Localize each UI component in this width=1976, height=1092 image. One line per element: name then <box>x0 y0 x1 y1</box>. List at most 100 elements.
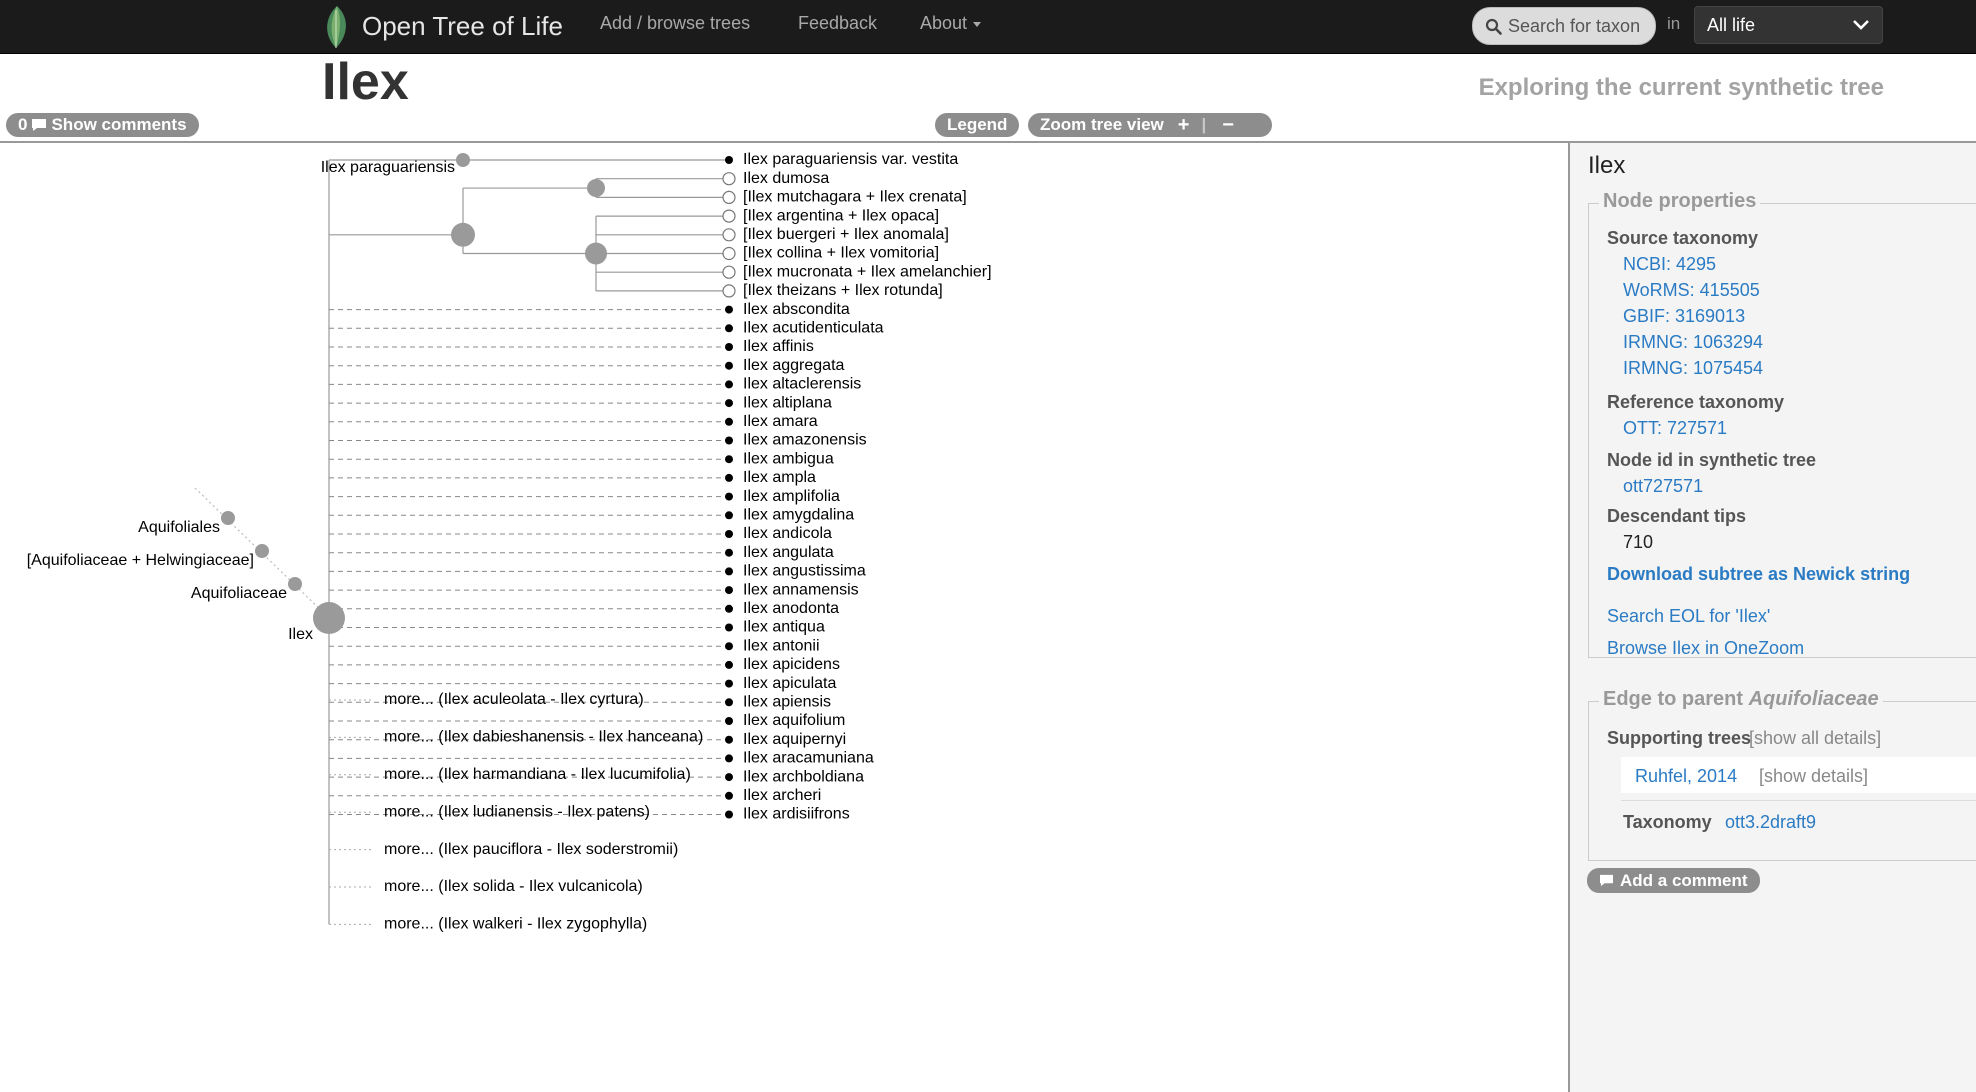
tip-label[interactable]: Ilex amplifolia <box>743 488 840 505</box>
show-all-details-link[interactable]: [show all details] <box>1749 728 1881 749</box>
tip-node[interactable] <box>725 735 733 744</box>
zoom-out-icon[interactable]: − <box>1222 114 1234 137</box>
show-comments-button[interactable]: 0 Show comments <box>6 113 199 137</box>
tip-node[interactable] <box>725 604 733 613</box>
more-link[interactable]: more... (Ilex harmandiana - Ilex lucumif… <box>384 766 691 783</box>
add-comment-button[interactable]: Add a comment <box>1587 868 1760 893</box>
tip-node[interactable] <box>725 361 733 370</box>
tip-node[interactable] <box>725 698 733 707</box>
nav-add-browse-trees[interactable]: Add / browse trees <box>600 13 750 34</box>
tip-label[interactable]: Ilex apiculata <box>743 675 836 692</box>
tip-label[interactable]: Ilex annamensis <box>743 581 859 598</box>
search-input[interactable] <box>1506 14 1655 38</box>
tip-label[interactable]: Ilex antonii <box>743 637 820 654</box>
tip-label[interactable]: Ilex amygdalina <box>743 507 854 524</box>
brand-link[interactable]: Open Tree of Life <box>322 0 563 53</box>
focal-node-label[interactable]: Ilex <box>288 626 313 643</box>
tip-label[interactable]: [Ilex collina + Ilex vomitoria] <box>743 245 939 262</box>
collapsed-node[interactable] <box>722 284 736 298</box>
reference-ott-link[interactable]: OTT: 727571 <box>1623 418 1727 439</box>
tip-label[interactable]: Ilex archboldiana <box>743 768 864 785</box>
ancestor-node[interactable] <box>288 577 302 591</box>
tip-label[interactable]: Ilex amara <box>743 413 818 430</box>
tip-label[interactable]: Ilex amazonensis <box>743 432 867 449</box>
tip-label[interactable]: Ilex aquifolium <box>743 712 845 729</box>
tip-label[interactable]: Ilex altaclerensis <box>743 376 861 393</box>
tip-label[interactable]: Ilex apiensis <box>743 694 831 711</box>
tip-label[interactable]: [Ilex buergeri + Ilex anomala] <box>743 226 949 243</box>
more-link[interactable]: more... (Ilex pauciflora - Ilex soderstr… <box>384 841 678 858</box>
tip-node[interactable] <box>725 473 733 482</box>
tip-label[interactable]: Ilex archeri <box>743 787 821 804</box>
tip-label[interactable]: Ilex anodonta <box>743 600 839 617</box>
show-details-link[interactable]: [show details] <box>1759 766 1868 787</box>
tip-label[interactable]: Ilex dumosa <box>743 170 829 187</box>
tip-node[interactable] <box>725 567 733 576</box>
tip-node[interactable] <box>725 436 733 445</box>
search-eol-link[interactable]: Search EOL for 'Ilex' <box>1607 606 1770 627</box>
source-ncbi-link[interactable]: NCBI: 4295 <box>1623 254 1716 275</box>
focal-node[interactable] <box>313 602 345 634</box>
source-irmng-link[interactable]: IRMNG: 1063294 <box>1623 332 1763 353</box>
tip-node[interactable] <box>725 586 733 595</box>
tip-node[interactable] <box>725 399 733 408</box>
tip-node[interactable] <box>725 492 733 501</box>
nav-feedback[interactable]: Feedback <box>798 13 877 34</box>
tip-label[interactable]: Ilex antiqua <box>743 619 825 636</box>
tip-node[interactable] <box>725 810 733 819</box>
tip-node[interactable] <box>725 156 733 164</box>
more-link[interactable]: more... (Ilex walkeri - Ilex zygophylla) <box>384 916 647 933</box>
collapsed-node[interactable] <box>722 209 736 223</box>
node-id-link[interactable]: ott727571 <box>1623 476 1703 497</box>
ancestor-label[interactable]: Aquifoliaceae <box>191 585 287 602</box>
more-link[interactable]: more... (Ilex ludianensis - Ilex patens) <box>384 803 650 820</box>
tip-node[interactable] <box>725 754 733 763</box>
internal-node[interactable] <box>456 153 470 167</box>
tip-label[interactable]: Ilex ampla <box>743 469 816 486</box>
tip-label[interactable]: Ilex aracamuniana <box>743 750 874 767</box>
tip-node[interactable] <box>725 717 733 725</box>
tip-node[interactable] <box>725 380 733 389</box>
ancestor-node[interactable] <box>255 544 269 558</box>
tip-node[interactable] <box>725 642 733 651</box>
tip-node[interactable] <box>725 305 733 314</box>
ancestor-label[interactable]: [Aquifoliaceae + Helwingiaceae] <box>27 552 254 569</box>
internal-node[interactable] <box>451 222 475 247</box>
collapsed-node[interactable] <box>722 228 736 242</box>
internal-node-label[interactable]: Ilex paraguariensis <box>321 159 455 176</box>
tip-label[interactable]: Ilex apicidens <box>743 656 840 673</box>
tip-label[interactable]: Ilex ambigua <box>743 450 834 467</box>
nav-about[interactable]: About <box>920 13 982 34</box>
tip-label[interactable]: Ilex angustissima <box>743 563 866 580</box>
collapsed-node[interactable] <box>722 190 736 205</box>
tip-node[interactable] <box>725 773 733 782</box>
search-box[interactable] <box>1472 7 1656 45</box>
collapsed-node[interactable] <box>722 265 736 279</box>
tip-label[interactable]: Ilex angulata <box>743 544 834 561</box>
collapsed-node[interactable] <box>722 246 736 261</box>
source-gbif-link[interactable]: GBIF: 3169013 <box>1623 306 1745 327</box>
source-irmng-link-2[interactable]: IRMNG: 1075454 <box>1623 358 1763 379</box>
ancestor-node[interactable] <box>221 511 235 525</box>
ancestor-label[interactable]: Aquifoliales <box>138 519 220 536</box>
search-scope-select[interactable]: All life <box>1694 6 1883 44</box>
tip-node[interactable] <box>725 511 733 520</box>
taxonomy-version-link[interactable]: ott3.2draft9 <box>1725 812 1816 833</box>
legend-button[interactable]: Legend <box>935 113 1020 137</box>
tip-node[interactable] <box>725 417 733 426</box>
more-link[interactable]: more... (Ilex dabieshanensis - Ilex hanc… <box>384 729 703 746</box>
zoom-in-icon[interactable]: + <box>1178 114 1190 137</box>
tip-label[interactable]: [Ilex argentina + Ilex opaca] <box>743 207 939 224</box>
tip-label[interactable]: [Ilex theizans + Ilex rotunda] <box>743 282 943 299</box>
collapsed-node[interactable] <box>722 172 736 186</box>
tip-label[interactable]: Ilex abscondita <box>743 301 850 318</box>
tip-label[interactable]: Ilex ardisiifrons <box>743 806 850 823</box>
tip-node[interactable] <box>725 791 733 800</box>
tip-node[interactable] <box>725 343 733 351</box>
tip-node[interactable] <box>725 679 733 688</box>
tip-label[interactable]: Ilex aquipernyi <box>743 731 846 748</box>
tip-label[interactable]: Ilex affinis <box>743 338 814 355</box>
supporting-tree-link[interactable]: Ruhfel, 2014 <box>1635 766 1737 787</box>
tip-label[interactable]: [Ilex mucronata + Ilex amelanchier] <box>743 263 992 280</box>
source-worms-link[interactable]: WoRMS: 415505 <box>1623 280 1760 301</box>
